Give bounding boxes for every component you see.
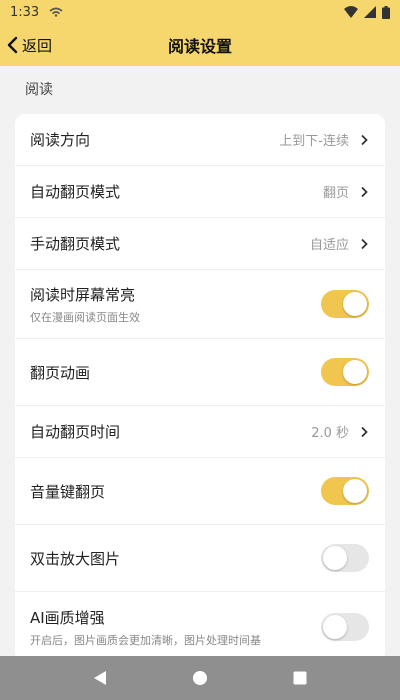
volume-key-page-toggle[interactable] <box>321 477 369 505</box>
setting-keep-screen-on[interactable]: 阅读时屏幕常亮 仅在漫画阅读页面生效 <box>15 270 385 339</box>
chevron-right-icon <box>361 186 368 197</box>
battery-icon <box>382 5 390 19</box>
circle-home-icon <box>193 671 207 685</box>
keep-screen-on-toggle[interactable] <box>321 290 369 318</box>
square-recents-icon <box>293 671 307 685</box>
toggle-knob <box>323 546 347 570</box>
chevron-right-icon <box>361 134 368 145</box>
setting-label: 音量键翻页 <box>30 482 106 501</box>
app-bar: 返回 阅读设置 <box>0 24 400 66</box>
setting-auto-page-mode[interactable]: 自动翻页模式 翻页 <box>15 166 385 218</box>
toggle-knob <box>323 615 347 639</box>
setting-value: 上到下-连续 <box>279 134 349 149</box>
settings-content[interactable]: 阅读 阅读方向 上到下-连续 自动翻页模式 翻页 手动翻页模式 自适应 阅读时屏… <box>0 66 400 656</box>
nav-home-button[interactable] <box>180 658 220 698</box>
setting-label: 自动翻页模式 <box>30 183 121 201</box>
setting-description: 仅在漫画阅读页面生效 <box>30 310 140 324</box>
double-tap-zoom-toggle[interactable] <box>321 544 369 572</box>
setting-value: 自适应 <box>309 238 349 253</box>
signal-wave-icon <box>49 7 63 17</box>
setting-label: 双击放大图片 <box>30 549 121 568</box>
ai-enhance-toggle[interactable] <box>321 613 369 641</box>
setting-label: 手动翻页模式 <box>30 235 121 253</box>
setting-label: 阅读方向 <box>30 131 91 149</box>
setting-manual-page-mode[interactable]: 手动翻页模式 自适应 <box>15 218 385 270</box>
setting-description: 开启后，图片画质会更加清晰，图片处理时间基 <box>30 633 261 647</box>
back-button[interactable]: 返回 <box>0 24 52 66</box>
wifi-icon <box>344 6 358 18</box>
page-animation-toggle[interactable] <box>321 358 369 386</box>
setting-volume-key-page[interactable]: 音量键翻页 <box>15 458 385 525</box>
status-time: 1:33 <box>10 4 40 20</box>
setting-value: 2.0 秒 <box>311 426 349 441</box>
nav-recents-button[interactable] <box>280 658 320 698</box>
toggle-knob <box>343 360 367 384</box>
setting-ai-enhance[interactable]: AI画质增强 开启后，图片画质会更加清晰，图片处理时间基 <box>15 592 385 656</box>
toggle-knob <box>343 479 367 503</box>
chevron-left-icon <box>7 36 18 54</box>
triangle-back-icon <box>94 671 106 685</box>
system-nav-bar <box>0 656 400 700</box>
chevron-right-icon <box>361 426 368 437</box>
section-title-reading: 阅读 <box>25 82 53 98</box>
setting-double-tap-zoom[interactable]: 双击放大图片 <box>15 525 385 592</box>
toggle-knob <box>343 292 367 316</box>
setting-value: 翻页 <box>322 186 349 201</box>
setting-label: 阅读时屏幕常亮 <box>30 285 136 304</box>
setting-label: 翻页动画 <box>30 363 91 382</box>
page-title: 阅读设置 <box>167 37 232 56</box>
back-label: 返回 <box>22 36 53 55</box>
chevron-right-icon <box>361 238 368 249</box>
settings-card: 阅读方向 上到下-连续 自动翻页模式 翻页 手动翻页模式 自适应 阅读时屏幕常亮 <box>15 114 385 656</box>
setting-auto-page-time[interactable]: 自动翻页时间 2.0 秒 <box>15 406 385 458</box>
status-bar: 1:33 <box>0 0 400 24</box>
cell-signal-icon <box>364 6 376 18</box>
setting-label: AI画质增强 <box>30 608 105 627</box>
setting-label: 自动翻页时间 <box>30 423 121 441</box>
setting-page-animation[interactable]: 翻页动画 <box>15 339 385 406</box>
setting-reading-direction[interactable]: 阅读方向 上到下-连续 <box>15 114 385 166</box>
nav-back-button[interactable] <box>80 658 120 698</box>
